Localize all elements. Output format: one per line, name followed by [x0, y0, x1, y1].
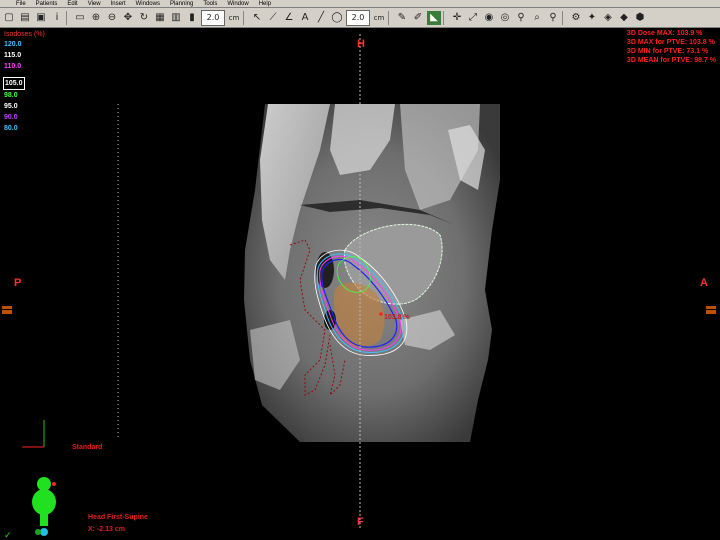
orientation-right: A: [700, 277, 708, 289]
zoom-field-1[interactable]: 2.0: [201, 9, 225, 26]
zoom-out-icon[interactable]: ⊖: [105, 11, 119, 25]
pan-icon[interactable]: ✥: [121, 11, 135, 25]
move-icon[interactable]: ⤢: [466, 11, 480, 25]
target-icon[interactable]: ◎: [498, 11, 512, 25]
menu-help[interactable]: Help: [259, 0, 271, 7]
isodose-level: 115.0: [4, 52, 22, 59]
pointer-icon[interactable]: ↖: [250, 11, 264, 25]
isodose-level: 110.0: [4, 63, 22, 70]
isodose-legend[interactable]: Isodoses (%) 120.0 115.0 110.0 105.0 98.…: [3, 30, 45, 134]
isodose-level: 98.0: [4, 92, 18, 99]
sagittal-viewport[interactable]: ✓ Isodoses (%) 120.0 115.0 110.0 105.0 9…: [0, 28, 720, 540]
layout-icon[interactable]: ▥: [169, 11, 183, 25]
isodose-level: 105.0: [3, 77, 25, 90]
toolbar-separator: [66, 10, 71, 25]
rotate-icon[interactable]: ↻: [137, 11, 151, 25]
plan-icon[interactable]: ◈: [601, 11, 615, 25]
menu-insert[interactable]: Insert: [111, 0, 126, 7]
brush-icon[interactable]: ✐: [411, 11, 425, 25]
new-icon[interactable]: ▢: [2, 11, 16, 25]
dose-stat-line: 3D MEAN for PTVE: 98.7 %: [626, 57, 716, 64]
toolbar-separator: [443, 10, 448, 25]
menu-windows[interactable]: Windows: [136, 0, 160, 7]
cube-icon[interactable]: ◆: [617, 11, 631, 25]
zoom-in-icon[interactable]: ⊕: [89, 11, 103, 25]
menu-bar: File Patients Edit View Insert Windows P…: [0, 0, 720, 8]
menu-tools[interactable]: Tools: [203, 0, 217, 7]
search-icon[interactable]: ⌕: [530, 11, 544, 25]
toolbar-separator: [243, 10, 248, 25]
menu-edit[interactable]: Edit: [67, 0, 77, 7]
dose-stat-line: 3D Dose MAX: 103.9 %: [626, 30, 703, 37]
toolbar: ▢ ▤ ▣ i ▭ ⊕ ⊖ ✥ ↻ ▦ ▥ ▮ 2.0 cm ↖ ⟋ ∠ A ╱…: [0, 8, 720, 28]
unit-label-2: cm: [373, 13, 385, 22]
slice-coordinate-label: X: -2.13 cm: [88, 526, 125, 533]
view-mode-label: Standard: [72, 444, 103, 451]
save-icon[interactable]: ▣: [34, 11, 48, 25]
unit-label-1: cm: [228, 13, 240, 22]
circle-icon[interactable]: ◯: [330, 11, 344, 25]
dose-stat-line: 3D MAX for PTVE: 103.8 %: [626, 39, 715, 46]
contour-icon[interactable]: ✎: [395, 11, 409, 25]
beam-icon[interactable]: ✦: [585, 11, 599, 25]
probe-icon[interactable]: ⚲: [514, 11, 528, 25]
eye-icon[interactable]: ◉: [482, 11, 496, 25]
menu-patients[interactable]: Patients: [36, 0, 58, 7]
max-dose-point: [379, 312, 383, 316]
isodose-level: 90.0: [4, 114, 18, 121]
window-icon[interactable]: ▭: [73, 11, 87, 25]
volume-icon[interactable]: ⬢: [633, 11, 647, 25]
menu-file[interactable]: File: [16, 0, 26, 7]
menu-planning[interactable]: Planning: [170, 0, 193, 7]
magnify-icon[interactable]: ⚲: [546, 11, 560, 25]
ruler-icon[interactable]: ▮: [185, 11, 199, 25]
isodose-level: 120.0: [4, 41, 22, 48]
left-slice-marker[interactable]: [2, 306, 12, 314]
line-icon[interactable]: ╱: [314, 11, 328, 25]
orientation-top: H: [357, 38, 365, 50]
isodose-level: 80.0: [4, 125, 18, 132]
patient-figure-icon: [32, 477, 56, 536]
dose-statistics: 3D Dose MAX: 103.9 % 3D MAX for PTVE: 10…: [627, 29, 716, 65]
svg-text:✓: ✓: [4, 531, 12, 540]
dose-icon[interactable]: ◣: [427, 10, 441, 25]
crosshair-icon[interactable]: ✛: [450, 11, 464, 25]
settings-icon[interactable]: ⚙: [569, 11, 583, 25]
dose-stat-line: 3D MIN for PTVE: 73.1 %: [626, 48, 709, 55]
text-icon[interactable]: A: [298, 11, 312, 25]
right-slice-marker[interactable]: [706, 306, 716, 314]
angle-icon[interactable]: ∠: [282, 11, 296, 25]
orientation-bottom: F: [357, 516, 364, 528]
menu-window[interactable]: Window: [227, 0, 248, 7]
max-dose-label: 103.8 %: [384, 314, 410, 321]
open-icon[interactable]: ▤: [18, 11, 32, 25]
isodose-level: 95.0: [4, 103, 18, 110]
zoom-field-2[interactable]: 2.0: [346, 9, 370, 26]
isodose-title: Isodoses (%): [4, 31, 45, 38]
ct-image: ✓: [4, 34, 500, 540]
grid-icon[interactable]: ▦: [153, 11, 167, 25]
menu-view[interactable]: View: [88, 0, 101, 7]
toolbar-separator: [562, 10, 567, 25]
measure-icon[interactable]: ⟋: [266, 11, 280, 25]
orientation-left: P: [14, 277, 22, 289]
patient-position-label: Head First-Supine: [88, 514, 148, 521]
toolbar-separator: [388, 10, 393, 25]
info-icon[interactable]: i: [50, 11, 64, 25]
